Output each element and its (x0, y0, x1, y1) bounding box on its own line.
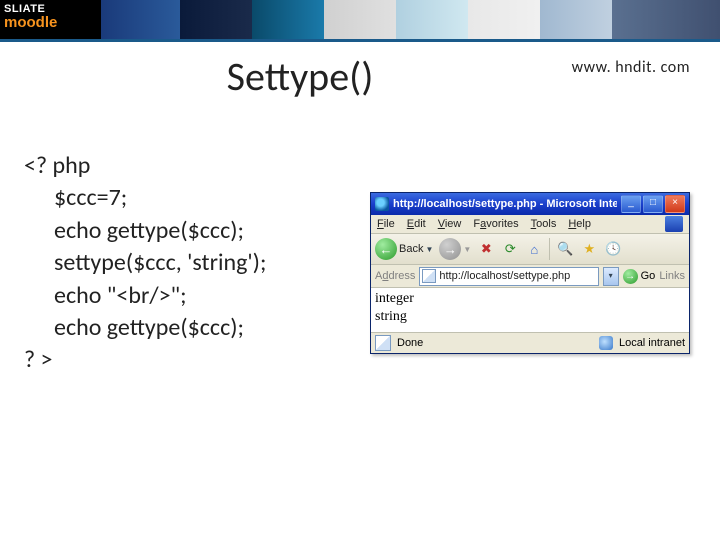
menu-favorites[interactable]: Favorites (473, 218, 518, 230)
home-button[interactable]: ⌂ (525, 240, 543, 258)
status-text: Done (397, 337, 423, 349)
minimize-button[interactable]: _ (621, 195, 641, 213)
forward-button[interactable]: → ▼ (439, 238, 471, 260)
close-button[interactable]: × (665, 195, 685, 213)
browser-window: http://localhost/settype.php - Microsoft… (370, 192, 690, 354)
logo: SLIATE moodle (4, 4, 57, 30)
slide-title: Settype() (0, 52, 660, 101)
browser-toolbar: ← Back ▼ → ▼ ✖ ⟳ ⌂ 🔍 ★ 🕓 (371, 234, 689, 265)
code-line: echo "<br/>"; (24, 280, 266, 312)
maximize-button[interactable]: □ (643, 195, 663, 213)
search-button[interactable]: 🔍 (556, 240, 574, 258)
code-line: echo gettype($ccc); (24, 215, 266, 247)
code-line: settype($ccc, 'string'); (24, 247, 266, 279)
menu-tools[interactable]: Tools (531, 218, 557, 230)
menu-edit[interactable]: Edit (407, 218, 426, 230)
status-bar: Done Local intranet (371, 332, 689, 353)
go-icon: → (623, 269, 638, 284)
ie-brand-icon (665, 216, 683, 232)
browser-titlebar[interactable]: http://localhost/settype.php - Microsoft… (371, 193, 689, 215)
zone-text: Local intranet (619, 337, 685, 349)
back-icon: ← (375, 238, 397, 260)
site-url: www. hndit. com (572, 58, 690, 77)
code-block: <? php $ccc=7; echo gettype($ccc); setty… (24, 150, 266, 377)
menu-file[interactable]: File (377, 218, 395, 230)
stop-button[interactable]: ✖ (477, 240, 495, 258)
history-button[interactable]: 🕓 (604, 240, 622, 258)
code-line: <? php (24, 151, 90, 180)
code-line: ? > (24, 345, 53, 374)
output-line: integer (375, 290, 685, 308)
favorites-button[interactable]: ★ (580, 240, 598, 258)
title-row: Settype() www. hndit. com (0, 52, 720, 112)
zone-icon (599, 336, 613, 350)
page-icon (422, 269, 436, 283)
go-label: Go (641, 270, 656, 282)
browser-content: integer string (371, 288, 689, 332)
menu-help[interactable]: Help (568, 218, 591, 230)
address-label: Address (375, 270, 415, 282)
links-label[interactable]: Links (659, 270, 685, 282)
done-icon (375, 335, 391, 351)
output-line: string (375, 308, 685, 326)
back-label: Back (399, 243, 423, 255)
address-value: http://localhost/settype.php (439, 270, 570, 282)
refresh-button[interactable]: ⟳ (501, 240, 519, 258)
toolbar-separator (549, 238, 550, 260)
address-field[interactable]: http://localhost/settype.php (419, 267, 598, 286)
code-line: echo gettype($ccc); (24, 312, 266, 344)
slide-banner: SLIATE moodle (0, 0, 720, 42)
browser-menubar: File Edit View Favorites Tools Help (371, 215, 689, 234)
address-bar: Address http://localhost/settype.php ▾ →… (371, 265, 689, 288)
code-line: $ccc=7; (24, 182, 266, 214)
browser-title: http://localhost/settype.php - Microsoft… (393, 198, 617, 210)
ie-icon (375, 197, 389, 211)
window-buttons: _ □ × (621, 195, 685, 213)
go-button[interactable]: → Go (623, 269, 656, 284)
back-button[interactable]: ← Back ▼ (375, 238, 433, 260)
address-dropdown[interactable]: ▾ (603, 267, 619, 286)
forward-icon: → (439, 238, 461, 260)
menu-view[interactable]: View (438, 218, 462, 230)
logo-line2: moodle (4, 15, 57, 30)
